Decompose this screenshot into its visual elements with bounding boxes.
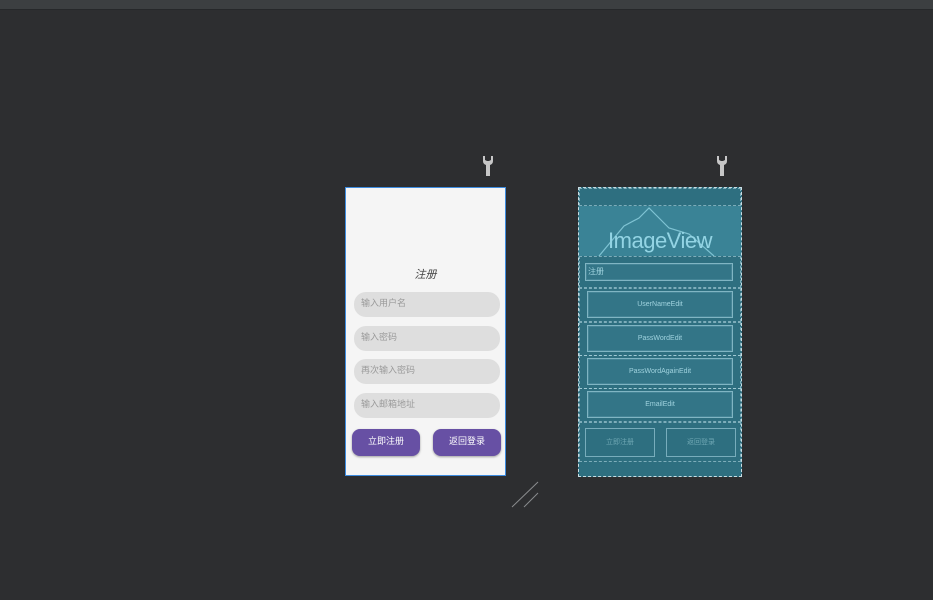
register-title: 注册: [414, 268, 437, 281]
blueprint-password-again-edit[interactable]: PassWordAgainEdit: [587, 358, 733, 385]
blueprint-title[interactable]: 注册: [585, 263, 733, 281]
editor-top-toolbar: [0, 0, 933, 10]
password-input[interactable]: [354, 326, 500, 351]
blueprint-username-edit[interactable]: UserNameEdit: [587, 291, 733, 318]
blueprint-email-edit[interactable]: EmailEdit: [587, 391, 733, 418]
resize-handle-icon[interactable]: [510, 481, 540, 513]
blueprint-imageview[interactable]: ImageView: [579, 206, 741, 256]
imageview-label: ImageView: [608, 228, 712, 253]
blueprint-back-button[interactable]: 返回登录: [666, 428, 736, 457]
wrench-icon[interactable]: [481, 155, 495, 177]
password-again-input[interactable]: [354, 359, 500, 384]
blueprint-frame[interactable]: ImageView 注册 UserNameEdit PassWordEdit P…: [578, 187, 742, 477]
username-input[interactable]: [354, 292, 500, 317]
email-input[interactable]: [354, 393, 500, 418]
blueprint-register-button[interactable]: 立即注册: [585, 428, 655, 457]
wrench-icon[interactable]: [715, 155, 729, 177]
design-preview-frame[interactable]: 注册 立即注册 返回登录: [345, 187, 506, 476]
register-now-button[interactable]: 立即注册: [352, 429, 420, 456]
blueprint-toolbar-region: [579, 188, 741, 206]
back-to-login-button[interactable]: 返回登录: [433, 429, 501, 456]
blueprint-password-edit[interactable]: PassWordEdit: [587, 325, 733, 352]
